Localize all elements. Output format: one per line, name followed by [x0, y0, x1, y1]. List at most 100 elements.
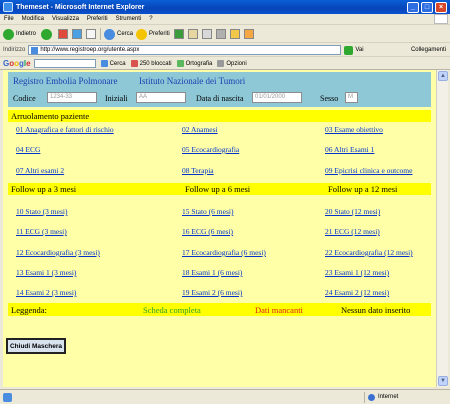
- link-altri-esami-2[interactable]: 07 Altri esami 2: [16, 166, 64, 175]
- patient-header: Registro Embolia Polmonare Istituto Nazi…: [8, 72, 431, 107]
- legend-band: Leggenda: Scheda completa Dati mancanti …: [8, 303, 431, 316]
- chiudi-maschera-label: Chiudi Maschera: [9, 342, 62, 350]
- scroll-up-icon[interactable]: ▲: [438, 71, 448, 81]
- codice-label: Codice: [13, 94, 36, 103]
- link-eco-6[interactable]: 17 Ecocardiografia (6 mesi): [182, 248, 266, 257]
- search-label: Cerca: [117, 31, 134, 37]
- iniziali-label: Iniziali: [105, 94, 128, 103]
- zone-label: Internet: [378, 394, 399, 400]
- stop-icon[interactable]: [58, 29, 69, 39]
- google-logo[interactable]: Google: [3, 59, 31, 68]
- link-epicrisi[interactable]: 09 Epicrisi clinica e outcome: [325, 166, 412, 175]
- iniziali-field[interactable]: AA: [136, 92, 186, 103]
- link-stato-6[interactable]: 15 Stato (6 mesi): [182, 207, 233, 216]
- page-viewport: Registro Embolia Polmonare Istituto Nazi…: [3, 70, 436, 387]
- legend-none: Nessun dato inserito: [341, 305, 411, 315]
- link-stato-12[interactable]: 20 Stato (12 mesi): [325, 207, 380, 216]
- security-zone: Internet: [364, 391, 450, 403]
- go-arrow-icon[interactable]: [344, 45, 354, 55]
- link-terapia[interactable]: 08 Terapia: [182, 166, 214, 175]
- page-status-icon: [3, 392, 12, 402]
- status-bar: Internet: [0, 389, 450, 404]
- legend-label: Leggenda:: [11, 305, 47, 315]
- back-label: Indietro: [16, 31, 37, 37]
- institute-title: Istituto Nazionale dei Tumori: [139, 76, 246, 86]
- popup-blocker-button[interactable]: 250 bloccati: [130, 60, 172, 67]
- address-bar: Indirizzo http://www.registroep.org/uten…: [0, 44, 450, 57]
- minimize-button[interactable]: _: [407, 1, 419, 13]
- link-esami1-6[interactable]: 18 Esami 1 (6 mesi): [182, 268, 242, 277]
- folder-icon[interactable]: [229, 29, 240, 39]
- search-button[interactable]: Cerca: [104, 28, 134, 40]
- link-anamesi[interactable]: 02 Anamesi: [182, 125, 218, 134]
- menu-strumenti[interactable]: Strumenti: [112, 16, 146, 22]
- globe-icon: [368, 393, 375, 401]
- link-altri-esami-1[interactable]: 06 Altri Esami 1: [325, 145, 374, 154]
- link-esame-obiettivo[interactable]: 03 Esame obiettivo: [325, 125, 383, 134]
- page-icon: [31, 46, 39, 54]
- link-ecg-12[interactable]: 21 ECG (12 mesi): [325, 227, 380, 236]
- window-titlebar: Themeset - Microsoft Internet Explorer _…: [0, 0, 450, 14]
- link-eco-12[interactable]: 22 Ecocardiografia (12 mesi): [325, 248, 413, 257]
- options-icon: [217, 60, 225, 67]
- address-url: http://www.registroep.org/utente.aspx: [40, 47, 140, 53]
- menu-visualizza[interactable]: Visualizza: [48, 16, 83, 22]
- arruolamento-title: Arruolamento paziente: [11, 111, 90, 121]
- sesso-field[interactable]: M: [345, 92, 358, 103]
- followup-band: Follow up a 3 mesi Follow up a 6 mesi Fo…: [8, 183, 431, 195]
- legend-complete: Scheda completa: [143, 305, 201, 315]
- menu-modifica[interactable]: Modifica: [18, 16, 48, 22]
- spellcheck-button[interactable]: Ortografia: [176, 60, 212, 67]
- search-icon: [104, 28, 116, 40]
- toolbar-separator: [100, 28, 102, 40]
- sesso-label: Sesso: [320, 94, 339, 103]
- link-ecg[interactable]: 04 ECG: [16, 145, 40, 154]
- link-esami2-3[interactable]: 14 Esami 2 (3 mesi): [16, 288, 76, 297]
- link-esami2-12[interactable]: 24 Esami 2 (12 mesi): [325, 288, 389, 297]
- mail-icon[interactable]: [187, 29, 198, 39]
- registry-title: Registro Embolia Polmonare: [13, 76, 118, 86]
- google-search-button[interactable]: Cerca: [100, 60, 126, 67]
- messenger-icon[interactable]: [243, 29, 254, 39]
- birthdate-field[interactable]: 01/01/2000: [252, 92, 302, 103]
- link-stato-3[interactable]: 10 Stato (3 mesi): [16, 207, 67, 216]
- link-esami1-12[interactable]: 23 Esami 1 (12 mesi): [325, 268, 389, 277]
- menu-help[interactable]: ?: [145, 16, 156, 22]
- followup-12-title: Follow up a 12 mesi: [328, 184, 398, 194]
- link-esami1-3[interactable]: 13 Esami 1 (3 mesi): [16, 268, 76, 277]
- refresh-icon[interactable]: [72, 29, 83, 39]
- spellcheck-icon: [176, 60, 184, 67]
- toolbar: Indietro Cerca Preferiti: [0, 26, 450, 43]
- address-input[interactable]: http://www.registroep.org/utente.aspx: [28, 45, 342, 55]
- print-icon[interactable]: [201, 29, 212, 39]
- link-anagrafica[interactable]: 01 Anagrafica e fattori di rischio: [16, 125, 114, 134]
- favorites-button[interactable]: Preferiti: [136, 28, 170, 40]
- window-title: Themeset - Microsoft Internet Explorer: [16, 3, 145, 11]
- home-icon[interactable]: [86, 29, 97, 39]
- codice-field[interactable]: 1234-33: [47, 92, 97, 103]
- legend-missing: Dati mancanti: [255, 305, 303, 315]
- menu-preferiti[interactable]: Preferiti: [83, 16, 112, 22]
- history-icon[interactable]: [173, 29, 184, 39]
- link-eco-3[interactable]: 12 Ecocardiografia (3 mesi): [16, 248, 100, 257]
- star-icon: [136, 28, 148, 40]
- back-arrow-icon: [3, 28, 14, 40]
- go-button[interactable]: Vai: [355, 47, 363, 53]
- link-esami2-6[interactable]: 19 Esami 2 (6 mesi): [182, 288, 242, 297]
- menu-file[interactable]: File: [0, 16, 18, 22]
- google-toolbar: Google Cerca 250 bloccati Ortografia Opz…: [0, 58, 450, 70]
- maximize-button[interactable]: □: [421, 1, 433, 13]
- link-ecg-6[interactable]: 16 ECG (6 mesi): [182, 227, 233, 236]
- links-button[interactable]: Collegamenti: [411, 47, 446, 53]
- chiudi-maschera-button[interactable]: Chiudi Maschera: [6, 338, 66, 354]
- edit-icon[interactable]: [215, 29, 226, 39]
- forward-arrow-icon[interactable]: [41, 28, 53, 40]
- close-window-button[interactable]: ×: [435, 1, 447, 13]
- options-button[interactable]: Opzioni: [217, 60, 247, 67]
- vertical-scrollbar[interactable]: ▲ ▼: [436, 70, 448, 387]
- back-button[interactable]: Indietro: [3, 28, 37, 40]
- scroll-down-icon[interactable]: ▼: [438, 376, 448, 386]
- link-ecocardiografia[interactable]: 05 Ecocardiografia: [182, 145, 239, 154]
- link-ecg-3[interactable]: 11 ECG (3 mesi): [16, 227, 67, 236]
- google-search-input[interactable]: [33, 59, 96, 68]
